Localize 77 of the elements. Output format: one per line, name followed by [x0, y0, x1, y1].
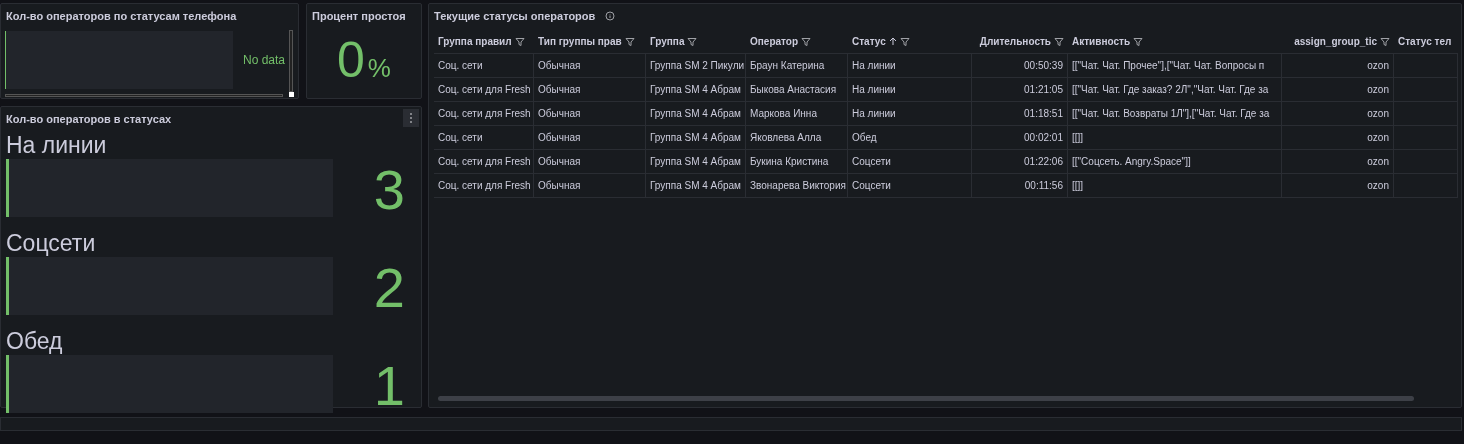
- info-icon[interactable]: [605, 11, 616, 21]
- gauge-label: Соцсети: [6, 229, 97, 257]
- gauge-label: На линии: [6, 131, 108, 159]
- table-cell: [["Чат. Чат. Прочее"],["Чат. Чат. Вопросы п: [1068, 54, 1282, 78]
- table-cell: Соц. сети: [434, 54, 534, 78]
- gauge-value: 2: [372, 259, 406, 317]
- table-cell: Группа SM 4 Абрам: [646, 174, 746, 198]
- table-cell: ozon: [1282, 126, 1394, 150]
- table-cell: Соц. сети для Fresh: [434, 150, 534, 174]
- table-cell: Букина Кристина: [746, 150, 848, 174]
- gauge-label: Обед: [6, 327, 64, 355]
- table-cell: Быкова Анастасия: [746, 78, 848, 102]
- table-cell: [["Чат. Чат. Возвраты 1Л"],["Чат. Чат. Где за: [1068, 102, 1282, 126]
- gauge-value: 1: [372, 357, 406, 415]
- panel-title: Текущие статусы операторов: [434, 10, 596, 22]
- table-cell: Обычная: [534, 150, 646, 174]
- table-cell: ozon: [1282, 174, 1394, 198]
- table-cell: Обычная: [534, 54, 646, 78]
- table-cell: 00:11:56: [972, 174, 1068, 198]
- table-cell: Группа SM 2 Пикули: [646, 54, 746, 78]
- table-cell: 01:18:51: [972, 102, 1068, 126]
- table-cell: [["Соцсеть. Angry.Space"]]: [1068, 150, 1282, 174]
- column-header[interactable]: Статус тел: [1394, 30, 1458, 54]
- table-cell: Соц. сети для Fresh: [434, 174, 534, 198]
- table-cell: Группа SM 4 Абрам: [646, 150, 746, 174]
- table-cell: 01:21:05: [972, 78, 1068, 102]
- table-cell: На линии: [848, 102, 972, 126]
- column-header[interactable]: assign_group_tic: [1282, 30, 1394, 54]
- table-cell: Группа SM 4 Абрам: [646, 126, 746, 150]
- table-cell: [[]]: [1068, 126, 1282, 150]
- table-cell: ozon: [1282, 54, 1394, 78]
- table-cell: ozon: [1282, 102, 1394, 126]
- table-cell: Обычная: [534, 102, 646, 126]
- table-cell: Соц. сети для Fresh: [434, 102, 534, 126]
- column-header[interactable]: Тип группы прав: [534, 30, 646, 54]
- table-cell: [["Чат. Чат. Где заказ? 2Л","Чат. Чат. Где за: [1068, 78, 1282, 102]
- sort-up-arrow-icon: [888, 37, 897, 46]
- table-cell: 01:22:06: [972, 150, 1068, 174]
- table-cell: Соцсети: [848, 174, 972, 198]
- table-cell: На линии: [848, 78, 972, 102]
- table-cell: Обычная: [534, 174, 646, 198]
- gauge-value: 3: [372, 161, 406, 219]
- table-cell: Обычная: [534, 78, 646, 102]
- stat-value: 0: [337, 31, 365, 89]
- table-cell: Соц. сети: [434, 126, 534, 150]
- table-cell: ozon: [1282, 78, 1394, 102]
- table-cell: Соц. сети для Fresh: [434, 78, 534, 102]
- panel-title: Процент простоя: [312, 10, 406, 22]
- no-data-text: No data: [242, 53, 285, 67]
- column-header[interactable]: Оператор: [746, 30, 848, 54]
- table-cell: Звонарева Виктория: [746, 174, 848, 198]
- horizontal-scrollbar[interactable]: [438, 396, 1414, 401]
- table-cell: Яковлева Алла: [746, 126, 848, 150]
- vertical-scrollbar[interactable]: [289, 30, 293, 92]
- table-cell: Маркова Инна: [746, 102, 848, 126]
- panel-title: Кол-во операторов в статусах: [6, 113, 172, 125]
- table-cell: Соцсети: [848, 150, 972, 174]
- panel-title: Кол-во операторов по статусам телефона: [6, 10, 237, 22]
- horizontal-scrollbar[interactable]: [5, 94, 283, 97]
- table-cell: Группа SM 4 Абрам: [646, 78, 746, 102]
- table-cell: Обед: [848, 126, 972, 150]
- table-cell: Группа SM 4 Абрам: [646, 102, 746, 126]
- column-header[interactable]: Статус: [848, 30, 972, 54]
- stat-unit: %: [367, 53, 391, 84]
- column-header[interactable]: Активность: [1068, 30, 1282, 54]
- menu-button[interactable]: [403, 109, 419, 127]
- column-header[interactable]: Длительность: [972, 30, 1068, 54]
- table-cell: На линии: [848, 54, 972, 78]
- table-cell: 00:50:39: [972, 54, 1068, 78]
- table-cell: ozon: [1282, 150, 1394, 174]
- table-cell: [[]]: [1068, 174, 1282, 198]
- column-header[interactable]: Группа: [646, 30, 746, 54]
- table-cell: 00:02:01: [972, 126, 1068, 150]
- resize-handle[interactable]: [289, 92, 294, 97]
- table-cell: Обычная: [534, 126, 646, 150]
- table-cell: Браун Катерина: [746, 54, 848, 78]
- column-header[interactable]: Группа правил: [434, 30, 534, 54]
